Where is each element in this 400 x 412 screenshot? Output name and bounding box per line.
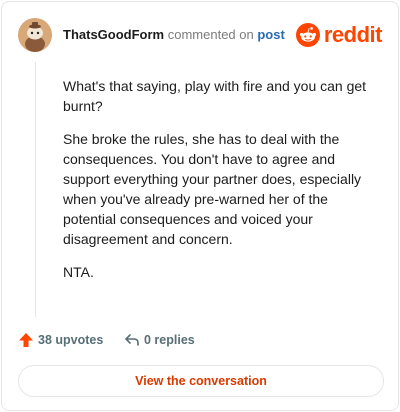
- comment-body: What's that saying, play with fire and y…: [63, 76, 383, 295]
- thread-line: [35, 62, 36, 317]
- comment-header: ThatsGoodForm commented on post reddit: [18, 18, 383, 52]
- reply-button[interactable]: 0 replies: [124, 332, 195, 348]
- comment-paragraph: NTA.: [63, 264, 94, 280]
- comment-paragraph: What's that saying, play with fire and y…: [63, 78, 367, 114]
- action-text: commented on: [167, 27, 254, 42]
- comment-actions: 38 upvotes 0 replies: [18, 332, 318, 352]
- snoo-avatar-icon[interactable]: [18, 18, 52, 52]
- username[interactable]: ThatsGoodForm: [63, 27, 164, 42]
- upvote-arrow-icon: [19, 333, 33, 347]
- upvote-count: 38 upvotes: [38, 333, 104, 347]
- reddit-wordmark: reddit: [323, 22, 383, 47]
- comment-attribution: ThatsGoodForm commented on post: [63, 27, 285, 42]
- reddit-snoo-icon: [295, 23, 320, 47]
- reply-count: 0 replies: [144, 333, 195, 347]
- view-conversation-button[interactable]: View the conversation: [18, 365, 384, 397]
- upvote-button[interactable]: 38 upvotes: [18, 332, 103, 348]
- comment-paragraph: She broke the rules, she has to deal wit…: [63, 131, 362, 247]
- comment-card: ThatsGoodForm commented on post reddit W…: [1, 1, 399, 411]
- post-link[interactable]: post: [257, 27, 284, 42]
- reply-arrow-icon: [125, 334, 139, 346]
- reddit-logo[interactable]: reddit: [295, 22, 383, 48]
